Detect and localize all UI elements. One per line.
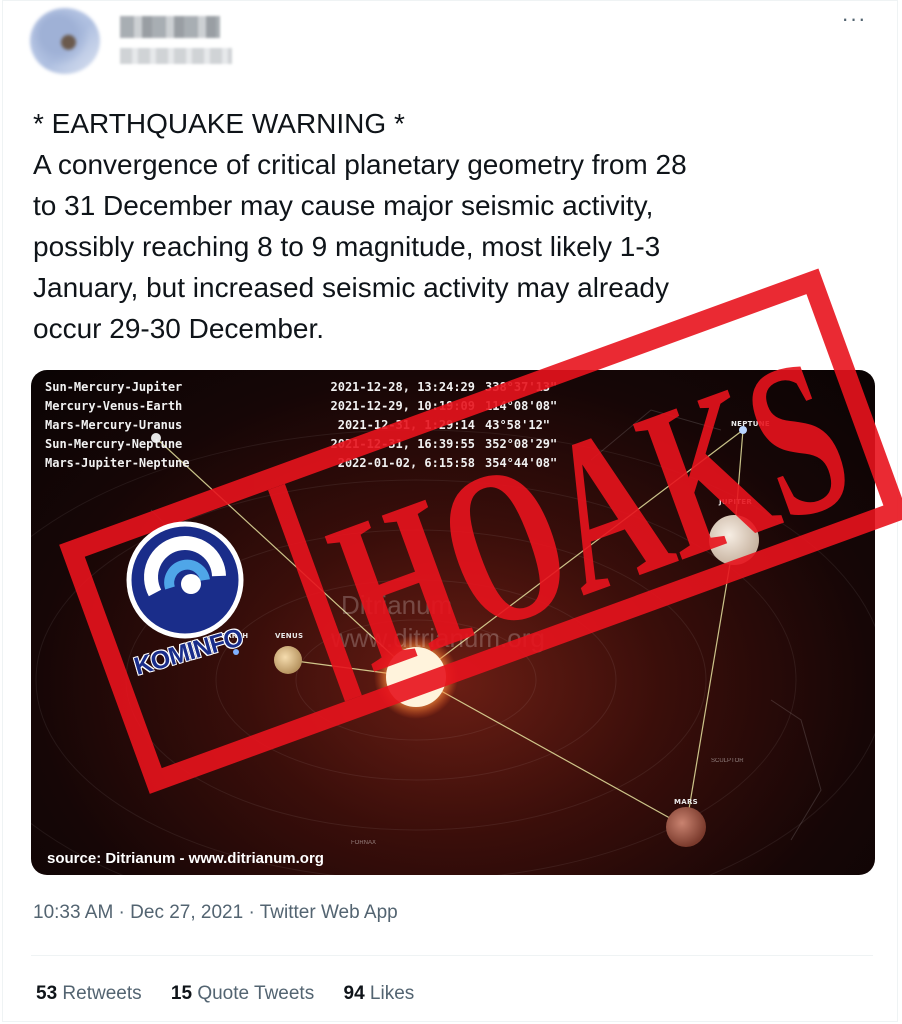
retweets-stat[interactable]: 53 Retweets: [36, 983, 142, 1004]
tweet-line: A convergence of critical planetary geom…: [33, 149, 687, 180]
sculptor-label: SCULPTOR: [711, 758, 744, 764]
tweet-line: * EARTHQUAKE WARNING *: [33, 108, 405, 139]
source-caption: source: Ditrianum - www.ditrianum.org: [47, 850, 324, 867]
likes-stat[interactable]: 94 Likes: [344, 983, 415, 1004]
watermark-name: Ditrianum: [341, 590, 453, 620]
venus: [274, 646, 302, 674]
avatar[interactable]: [30, 8, 100, 74]
tweet-timestamp[interactable]: 10:33 AM · Dec 27, 2021 · Twitter Web Ap…: [33, 902, 398, 924]
tweet-text: * EARTHQUAKE WARNING * A convergence of …: [33, 103, 863, 349]
watermark-url: www.ditrianum.org: [331, 623, 545, 653]
earth: [233, 649, 239, 655]
alignment-table: Sun-Mercury-Jupiter 2021-12-28, 13:24:29…: [45, 378, 575, 473]
tweet-line: occur 29-30 December.: [33, 313, 325, 344]
divider: [31, 955, 873, 956]
table-row: Mars-Mercury-Uranus 2021-12-31, 1:29:14 …: [45, 418, 551, 432]
earth-label: EARTH: [221, 632, 249, 640]
more-options-icon[interactable]: ···: [836, 8, 872, 38]
author-handle[interactable]: [120, 48, 232, 64]
tweet-media-image[interactable]: Sun-Mercury-Jupiter 2021-12-28, 13:24:29…: [31, 370, 875, 875]
tweet-line: January, but increased seismic activity …: [33, 272, 669, 303]
jupiter: [709, 515, 759, 565]
mars: [666, 807, 706, 847]
sun-core: [386, 647, 446, 707]
tweet-line: to 31 December may cause major seismic a…: [33, 190, 654, 221]
venus-label: VENUS: [275, 632, 304, 640]
table-row: Sun-Mercury-Neptune 2021-12-31, 16:39:55…: [45, 437, 558, 451]
engagement-stats: 53 Retweets 15 Quote Tweets 94 Likes: [36, 983, 438, 1005]
fornax-label: FORNAX: [351, 840, 377, 846]
quote-tweets-stat[interactable]: 15 Quote Tweets: [171, 983, 314, 1004]
table-row: Sun-Mercury-Jupiter 2021-12-28, 13:24:29…: [45, 380, 558, 394]
author-name[interactable]: [120, 16, 220, 38]
neptune-label: NEPTUNE: [731, 420, 770, 428]
jupiter-label: JUPITER: [719, 498, 753, 506]
table-row: Mars-Jupiter-Neptune 2022-01-02, 6:15:58…: [45, 456, 558, 470]
table-row: Mercury-Venus-Earth 2021-12-29, 10:19:09…: [45, 399, 558, 413]
tweet-line: possibly reaching 8 to 9 magnitude, most…: [33, 231, 661, 262]
mars-label: MARS: [674, 798, 699, 806]
